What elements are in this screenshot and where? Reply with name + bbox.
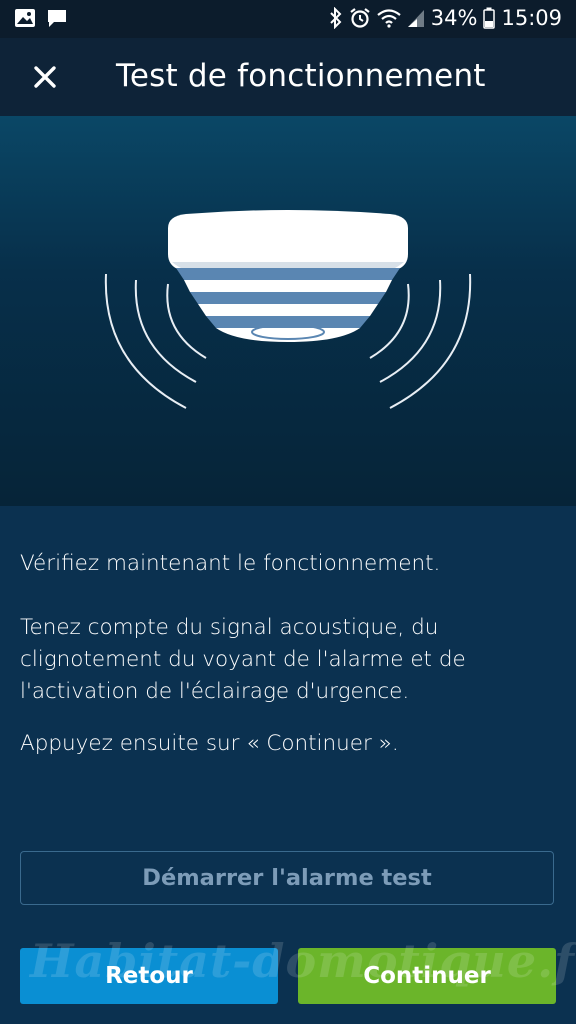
image-icon	[14, 8, 36, 28]
smoke-detector-icon	[104, 210, 472, 409]
close-button[interactable]	[22, 54, 68, 100]
app-screen: 34% 15:09 Test de fonctionnement Vérifie…	[0, 0, 576, 1024]
back-button[interactable]: Retour	[20, 948, 278, 1004]
battery-icon	[483, 7, 496, 29]
battery-percent: 34%	[430, 6, 478, 30]
bluetooth-icon	[329, 7, 343, 29]
app-bar: Test de fonctionnement	[0, 38, 576, 116]
illustration-panel	[0, 116, 576, 506]
start-test-alarm-button[interactable]: Démarrer l'alarme test	[20, 851, 554, 905]
instruction-text-1: Vérifiez maintenant le fonctionnement.	[20, 551, 441, 576]
alarm-icon	[349, 7, 371, 29]
content-area: Vérifiez maintenant le fonctionnement. T…	[0, 506, 576, 1024]
status-bar: 34% 15:09	[0, 0, 576, 38]
instruction-text-2: Tenez compte du signal acoustique, du cl…	[20, 615, 466, 704]
wifi-icon	[377, 8, 401, 28]
page-title: Test de fonctionnement	[116, 58, 486, 94]
close-icon	[34, 66, 56, 88]
clock: 15:09	[501, 6, 562, 30]
chat-icon	[46, 8, 68, 28]
signal-icon	[407, 8, 425, 28]
instruction-text-3: Appuyez ensuite sur « Continuer ».	[20, 731, 399, 756]
continue-button[interactable]: Continuer	[298, 948, 556, 1004]
